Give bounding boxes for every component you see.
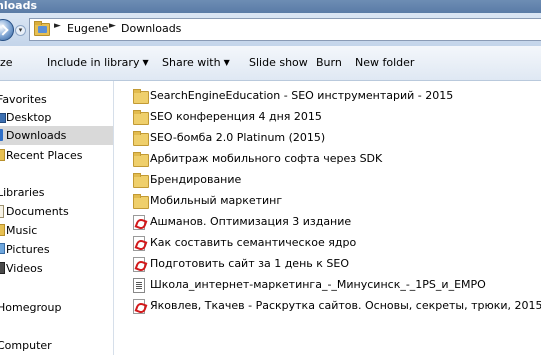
- list-item[interactable]: Мобильный маркетинг: [118, 191, 538, 211]
- nav-desktop[interactable]: Desktop: [0, 108, 113, 127]
- nav-recent-places[interactable]: Recent Places: [0, 146, 113, 165]
- chevron-right-icon[interactable]: ►: [109, 21, 116, 31]
- pdf-file-icon: [133, 299, 145, 314]
- document-file-icon: [133, 278, 145, 293]
- breadcrumb-eugene[interactable]: Eugene: [67, 22, 108, 35]
- nav-videos[interactable]: Videos: [0, 259, 113, 278]
- chevron-right-icon[interactable]: ►: [54, 21, 61, 31]
- list-item[interactable]: SearchEngineEducation - SEO инструментар…: [118, 86, 538, 106]
- share-with-button[interactable]: Share with ▼: [162, 56, 230, 69]
- recent-pages-button[interactable]: ▾: [15, 25, 26, 36]
- folder-icon: [133, 194, 149, 209]
- file-name: Ашманов. Оптимизация 3 издание: [150, 215, 352, 228]
- nav-libraries[interactable]: Libraries: [0, 183, 113, 202]
- file-name: SEO-бомба 2.0 Platinum (2015): [150, 131, 326, 144]
- file-name: Брендирование: [150, 173, 242, 186]
- burn-button[interactable]: Burn: [316, 56, 342, 69]
- file-name: Арбитраж мобильного софта через SDK: [150, 152, 383, 165]
- list-item[interactable]: Арбитраж мобильного софта через SDK: [118, 149, 538, 169]
- documents-icon: [0, 205, 4, 218]
- nav-favorites[interactable]: Favorites: [0, 90, 113, 109]
- videos-icon: [0, 262, 5, 274]
- dropdown-arrow-icon: ▼: [142, 58, 149, 67]
- list-item[interactable]: Брендирование: [118, 170, 538, 190]
- window-title: nloads: [0, 0, 38, 12]
- list-item[interactable]: SEO конференция 4 дня 2015: [118, 107, 538, 127]
- title-bar: nloads: [0, 0, 541, 13]
- list-item[interactable]: SEO-бомба 2.0 Platinum (2015): [118, 128, 538, 148]
- list-item[interactable]: Подготовить сайт за 1 день к SEO: [118, 254, 538, 274]
- recent-places-icon: [0, 149, 5, 161]
- nav-music[interactable]: Music: [0, 221, 113, 240]
- nav-computer[interactable]: Computer: [0, 336, 113, 355]
- folder-icon: [133, 110, 149, 125]
- file-name: Яковлев, Ткачев - Раскрутка сайтов. Осно…: [150, 299, 541, 312]
- file-name: SearchEngineEducation - SEO инструментар…: [150, 89, 454, 102]
- dropdown-arrow-icon: ▼: [223, 58, 230, 67]
- forward-button[interactable]: [0, 19, 14, 41]
- list-item[interactable]: Яковлев, Ткачев - Раскрутка сайтов. Осно…: [118, 296, 541, 316]
- folder-icon: [133, 152, 149, 167]
- pdf-file-icon: [133, 257, 145, 272]
- nav-pictures[interactable]: Pictures: [0, 240, 113, 259]
- breadcrumb-downloads[interactable]: Downloads: [121, 22, 181, 35]
- folder-icon: [34, 21, 50, 36]
- list-item[interactable]: Ашманов. Оптимизация 3 издание: [118, 212, 538, 232]
- folder-icon: [133, 131, 149, 146]
- list-item[interactable]: Как составить семантическое ядро: [118, 233, 538, 253]
- file-name: Мобильный маркетинг: [150, 194, 283, 207]
- folder-icon: [133, 173, 149, 188]
- file-name: Подготовить сайт за 1 день к SEO: [150, 257, 349, 270]
- pictures-icon: [0, 243, 5, 254]
- nav-downloads[interactable]: Downloads: [0, 126, 113, 145]
- list-item[interactable]: Школа_интернет-маркетинга_-_Минусинск_-_…: [118, 275, 538, 295]
- organize-button[interactable]: ze: [0, 56, 13, 69]
- file-name: SEO конференция 4 дня 2015: [150, 110, 322, 123]
- pdf-file-icon: [133, 236, 145, 251]
- music-icon: [0, 224, 5, 236]
- pdf-file-icon: [133, 215, 145, 230]
- folder-icon: [133, 89, 149, 104]
- include-in-library-button[interactable]: Include in library ▼: [47, 56, 149, 69]
- address-bar[interactable]: ► Eugene ► Downloads: [29, 18, 541, 41]
- command-bar: ze Include in library ▼ Share with ▼ Slide…: [0, 46, 541, 81]
- new-folder-button[interactable]: New folder: [355, 56, 414, 69]
- navigation-pane: Favorites Desktop Downloads Recent Place…: [0, 81, 114, 355]
- file-list: SearchEngineEducation - SEO инструментар…: [118, 86, 541, 355]
- file-name: Школа_интернет-маркетинга_-_Минусинск_-_…: [150, 278, 486, 291]
- address-row: ▾ ► Eugene ► Downloads: [0, 13, 541, 46]
- nav-homegroup[interactable]: Homegroup: [0, 298, 113, 317]
- slide-show-button[interactable]: Slide show: [249, 56, 308, 69]
- nav-documents[interactable]: Documents: [0, 202, 113, 221]
- downloads-icon: [0, 129, 3, 141]
- file-name: Как составить семантическое ядро: [150, 236, 357, 249]
